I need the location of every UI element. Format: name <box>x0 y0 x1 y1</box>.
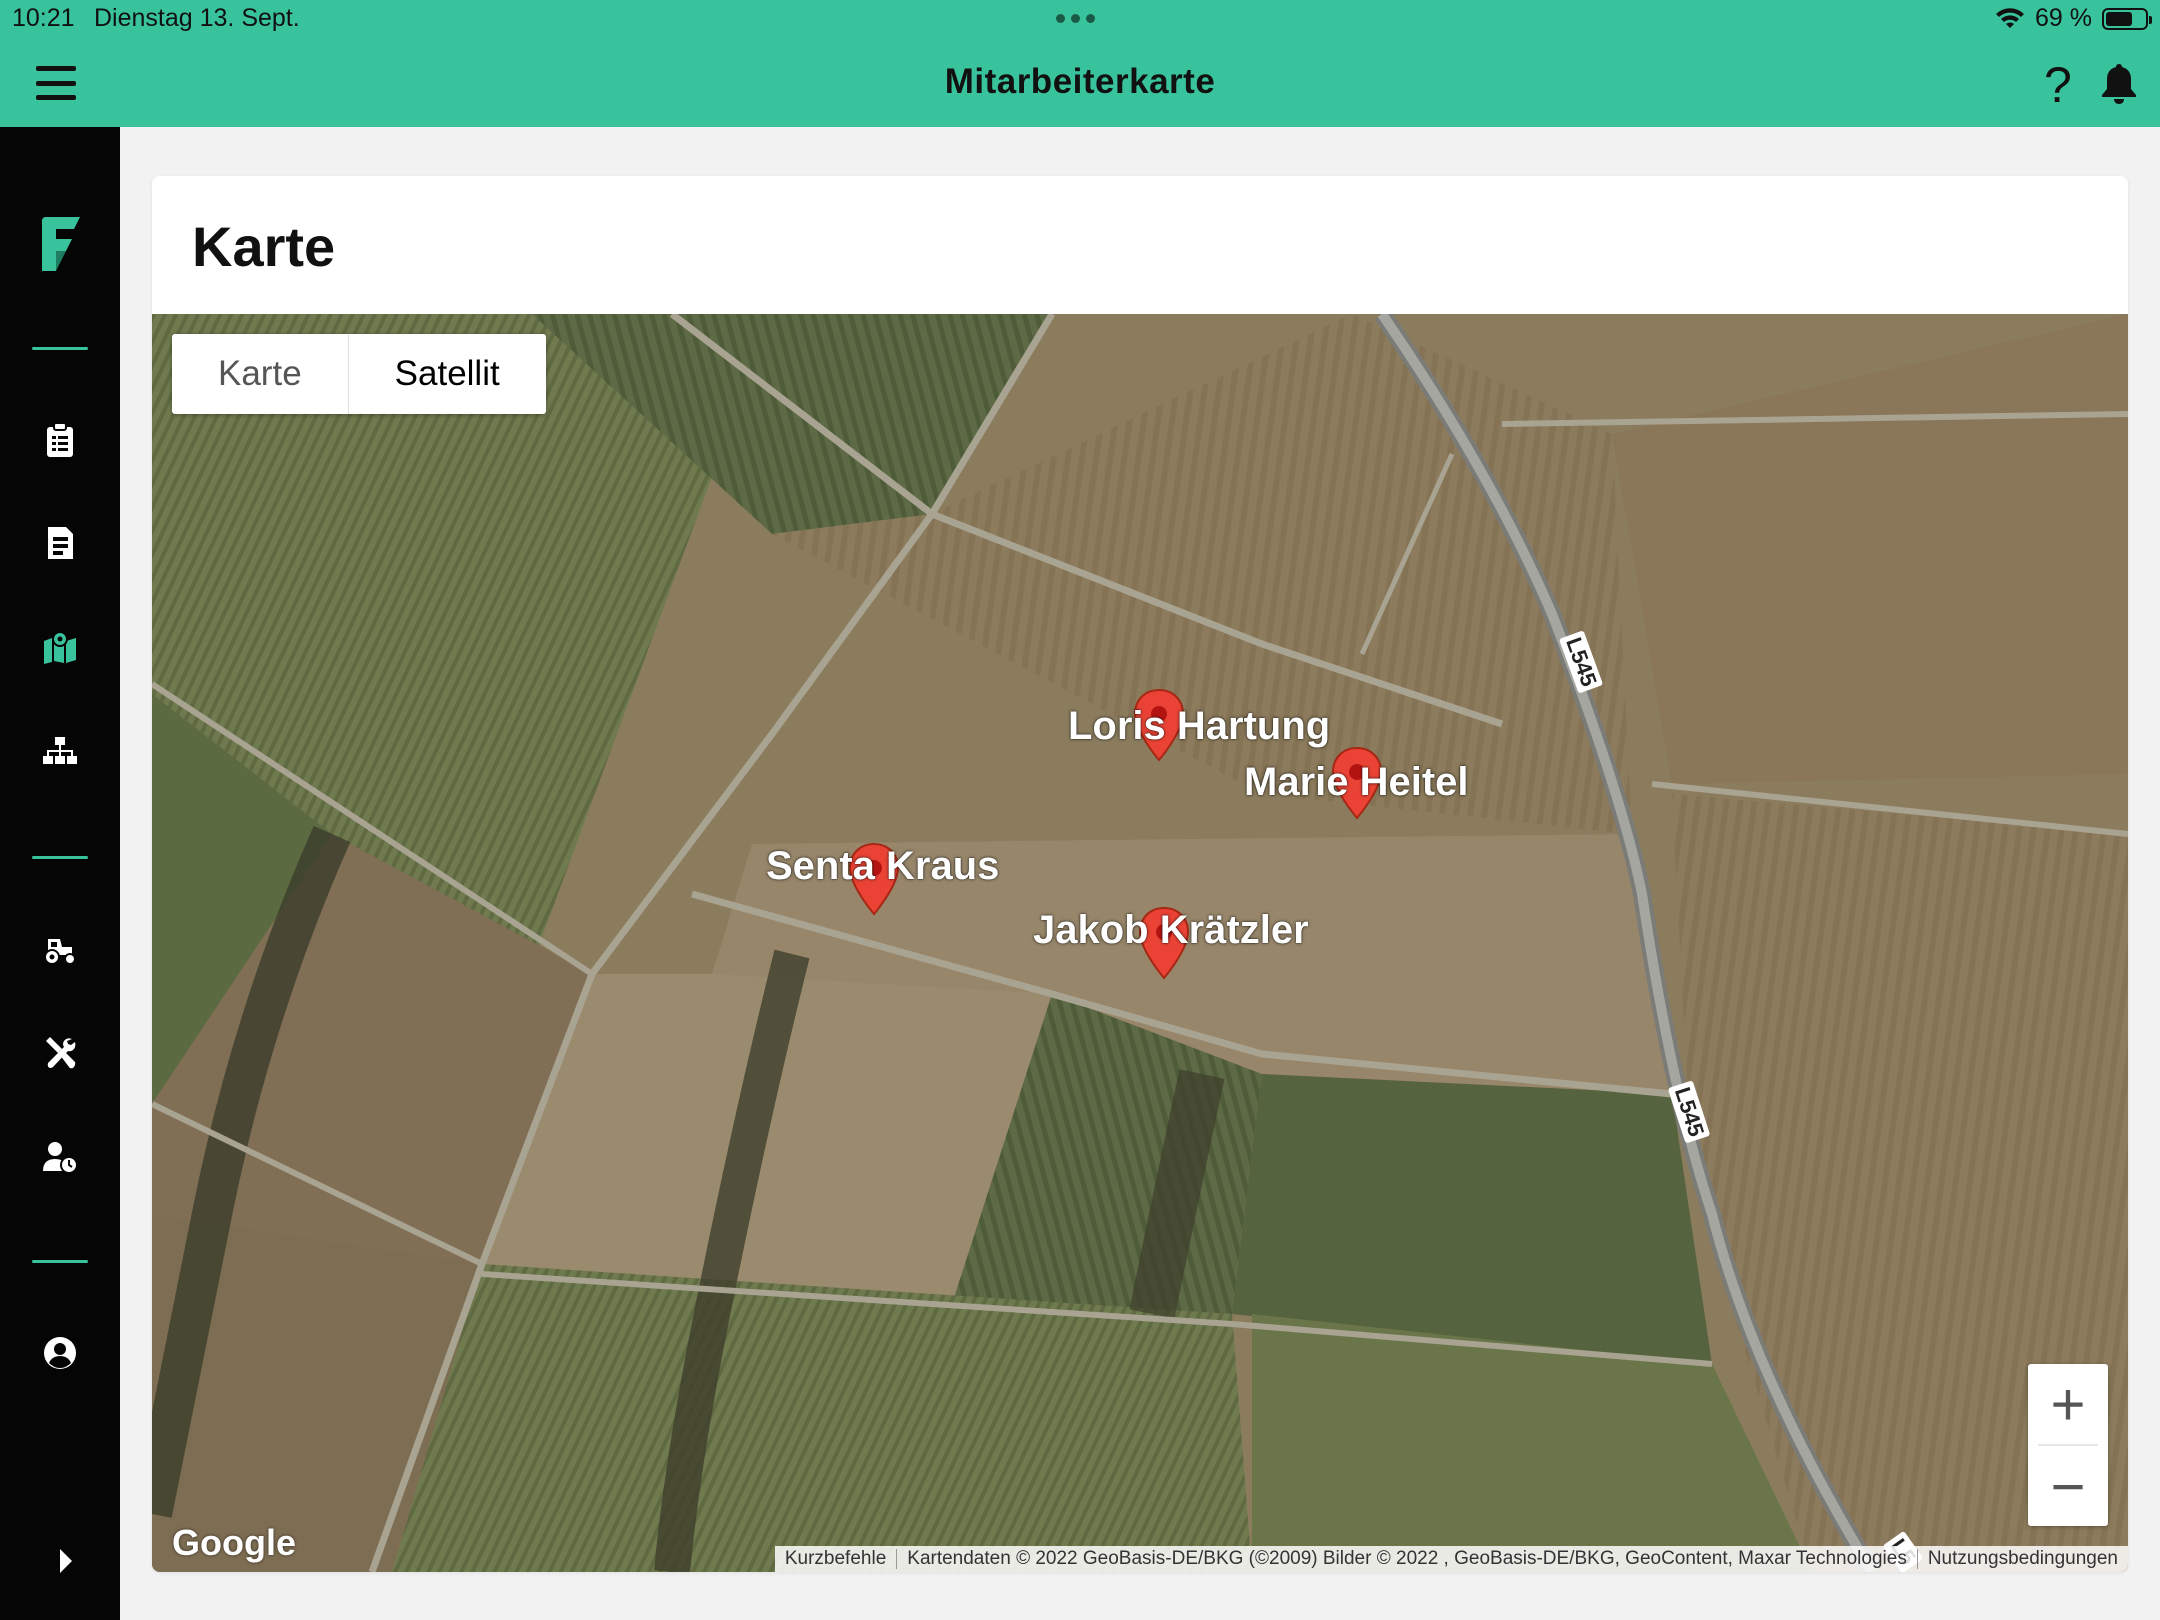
map-data-credits: Kartendaten © 2022 GeoBasis-DE/BKG (©200… <box>907 1548 1907 1569</box>
zoom-out-button[interactable]: − <box>2028 1446 2108 1526</box>
logo-icon[interactable] <box>40 217 82 273</box>
shortcuts-link[interactable]: Kurzbefehle <box>775 1548 896 1570</box>
battery-icon <box>2102 7 2152 30</box>
status-date: Dienstag 13. Sept. <box>94 4 300 32</box>
map-type-control: Karte Satellit <box>172 334 546 414</box>
sidebar <box>0 127 120 1620</box>
status-indicators: 69 % <box>1995 4 2152 33</box>
page-title: Mitarbeiterkarte <box>944 62 1216 101</box>
zoom-control: + − <box>2028 1364 2108 1526</box>
battery-percent: 69 % <box>2035 4 2092 32</box>
multitasking-dots-icon[interactable] <box>1056 14 1095 23</box>
google-logo: Google <box>172 1522 296 1563</box>
marker-label[interactable]: Loris Hartung <box>1068 704 1330 749</box>
terms-link[interactable]: Nutzungsbedingungen <box>1918 1548 2128 1570</box>
wifi-icon <box>1996 7 2025 28</box>
clipboard-icon[interactable] <box>40 420 80 460</box>
marker-label[interactable]: Marie Heitel <box>1244 760 1469 805</box>
map-type-karte-button[interactable]: Karte <box>172 334 348 414</box>
tools-icon[interactable] <box>40 1033 80 1073</box>
sidebar-divider <box>32 347 88 350</box>
bell-icon[interactable] <box>2098 62 2140 106</box>
status-time: 10:21 <box>12 4 75 32</box>
marker-label[interactable]: Senta Kraus <box>766 844 999 889</box>
user-clock-icon[interactable] <box>40 1137 80 1177</box>
sidebar-divider <box>32 856 88 859</box>
map-attribution: Kurzbefehle Kartendaten © 2022 GeoBasis-… <box>774 1546 2128 1572</box>
account-icon[interactable] <box>40 1333 80 1373</box>
marker-label[interactable]: Jakob Krätzler <box>1033 908 1309 953</box>
zoom-in-button[interactable]: + <box>2028 1364 2108 1444</box>
chevron-right-icon[interactable] <box>56 1547 76 1575</box>
org-chart-icon[interactable] <box>40 731 80 771</box>
card-title: Karte <box>192 215 336 278</box>
map-icon[interactable] <box>40 627 80 667</box>
map-card: Karte Karte Satellit L545 L545 Loris Har… <box>152 176 2128 1572</box>
satellite-map[interactable]: Karte Satellit L545 L545 L5 Loris Hartun… <box>152 314 2128 1572</box>
document-icon[interactable] <box>40 523 80 563</box>
sidebar-divider <box>32 1260 88 1263</box>
help-icon[interactable]: ? <box>2044 56 2072 114</box>
map-type-satellit-button[interactable]: Satellit <box>347 334 546 414</box>
app-header: 10:21 Dienstag 13. Sept. 69 % Mitarbeite… <box>0 0 2160 127</box>
tractor-icon[interactable] <box>40 929 80 969</box>
